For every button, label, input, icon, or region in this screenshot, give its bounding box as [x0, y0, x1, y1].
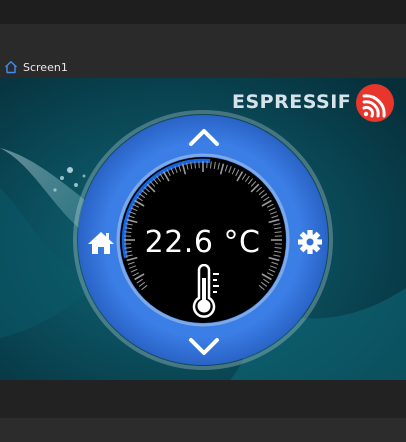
gear-icon[interactable]: [297, 229, 323, 255]
thermometer-icon: [192, 264, 219, 318]
home-outline-icon[interactable]: [4, 60, 18, 74]
screen-tab-bar: Screen1: [0, 58, 406, 78]
toolbar-area: [0, 24, 406, 58]
screen-tab-label[interactable]: Screen1: [23, 61, 68, 74]
status-strip: [0, 418, 406, 442]
bottom-bar: [0, 380, 406, 418]
temperature-readout: 22.6 °C: [144, 225, 261, 260]
espressif-logo-icon: [356, 84, 394, 122]
chevron-down-icon[interactable]: [186, 334, 222, 360]
top-bar: [0, 0, 406, 24]
home-icon[interactable]: [87, 230, 115, 256]
brand-name: ESPRESSIF: [232, 91, 352, 113]
chevron-up-icon[interactable]: [186, 124, 222, 150]
